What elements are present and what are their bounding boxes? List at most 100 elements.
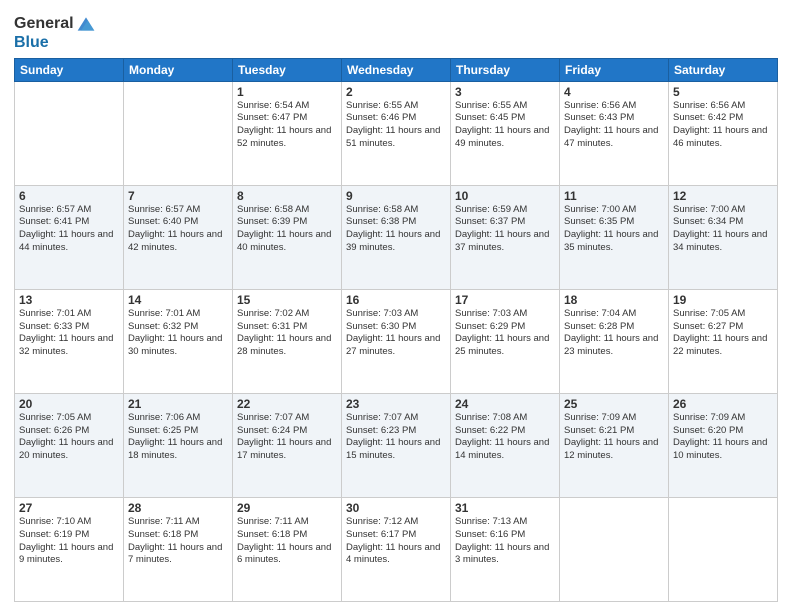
day-number: 26 [673, 397, 773, 411]
day-info: Sunrise: 6:56 AMSunset: 6:43 PMDaylight:… [564, 100, 664, 151]
day-number: 5 [673, 85, 773, 99]
day-number: 24 [455, 397, 555, 411]
weekday-header: Saturday [669, 58, 778, 81]
day-number: 27 [19, 501, 119, 515]
day-number: 4 [564, 85, 664, 99]
header: General Blue [14, 10, 778, 52]
logo-text-blue: Blue [14, 34, 96, 52]
calendar-cell: 7Sunrise: 6:57 AMSunset: 6:40 PMDaylight… [124, 185, 233, 289]
day-info: Sunrise: 7:11 AMSunset: 6:18 PMDaylight:… [128, 516, 228, 567]
calendar-cell: 16Sunrise: 7:03 AMSunset: 6:30 PMDayligh… [342, 289, 451, 393]
calendar-cell: 6Sunrise: 6:57 AMSunset: 6:41 PMDaylight… [15, 185, 124, 289]
calendar-cell: 10Sunrise: 6:59 AMSunset: 6:37 PMDayligh… [451, 185, 560, 289]
calendar-cell: 4Sunrise: 6:56 AMSunset: 6:43 PMDaylight… [560, 81, 669, 185]
calendar-cell: 31Sunrise: 7:13 AMSunset: 6:16 PMDayligh… [451, 497, 560, 601]
day-info: Sunrise: 6:58 AMSunset: 6:38 PMDaylight:… [346, 204, 446, 255]
weekday-header: Thursday [451, 58, 560, 81]
day-number: 19 [673, 293, 773, 307]
day-info: Sunrise: 7:05 AMSunset: 6:26 PMDaylight:… [19, 412, 119, 463]
calendar-cell: 13Sunrise: 7:01 AMSunset: 6:33 PMDayligh… [15, 289, 124, 393]
calendar-cell: 9Sunrise: 6:58 AMSunset: 6:38 PMDaylight… [342, 185, 451, 289]
calendar-cell: 25Sunrise: 7:09 AMSunset: 6:21 PMDayligh… [560, 393, 669, 497]
day-info: Sunrise: 6:58 AMSunset: 6:39 PMDaylight:… [237, 204, 337, 255]
calendar-cell: 11Sunrise: 7:00 AMSunset: 6:35 PMDayligh… [560, 185, 669, 289]
day-number: 9 [346, 189, 446, 203]
calendar-cell: 8Sunrise: 6:58 AMSunset: 6:39 PMDaylight… [233, 185, 342, 289]
weekday-header: Tuesday [233, 58, 342, 81]
day-number: 14 [128, 293, 228, 307]
day-info: Sunrise: 7:03 AMSunset: 6:29 PMDaylight:… [455, 308, 555, 359]
day-number: 6 [19, 189, 119, 203]
calendar-cell: 23Sunrise: 7:07 AMSunset: 6:23 PMDayligh… [342, 393, 451, 497]
day-number: 17 [455, 293, 555, 307]
weekday-header: Monday [124, 58, 233, 81]
calendar-cell: 27Sunrise: 7:10 AMSunset: 6:19 PMDayligh… [15, 497, 124, 601]
day-number: 30 [346, 501, 446, 515]
calendar-cell: 3Sunrise: 6:55 AMSunset: 6:45 PMDaylight… [451, 81, 560, 185]
day-info: Sunrise: 7:11 AMSunset: 6:18 PMDaylight:… [237, 516, 337, 567]
day-info: Sunrise: 7:09 AMSunset: 6:21 PMDaylight:… [564, 412, 664, 463]
calendar-cell: 24Sunrise: 7:08 AMSunset: 6:22 PMDayligh… [451, 393, 560, 497]
day-info: Sunrise: 7:07 AMSunset: 6:24 PMDaylight:… [237, 412, 337, 463]
day-number: 21 [128, 397, 228, 411]
day-info: Sunrise: 7:04 AMSunset: 6:28 PMDaylight:… [564, 308, 664, 359]
day-number: 16 [346, 293, 446, 307]
day-number: 20 [19, 397, 119, 411]
day-number: 28 [128, 501, 228, 515]
day-info: Sunrise: 7:01 AMSunset: 6:33 PMDaylight:… [19, 308, 119, 359]
day-number: 12 [673, 189, 773, 203]
day-info: Sunrise: 7:01 AMSunset: 6:32 PMDaylight:… [128, 308, 228, 359]
day-number: 2 [346, 85, 446, 99]
calendar-cell [124, 81, 233, 185]
weekday-header: Wednesday [342, 58, 451, 81]
day-number: 22 [237, 397, 337, 411]
day-number: 25 [564, 397, 664, 411]
day-info: Sunrise: 7:09 AMSunset: 6:20 PMDaylight:… [673, 412, 773, 463]
day-number: 11 [564, 189, 664, 203]
calendar-cell: 5Sunrise: 6:56 AMSunset: 6:42 PMDaylight… [669, 81, 778, 185]
day-number: 8 [237, 189, 337, 203]
calendar-cell: 20Sunrise: 7:05 AMSunset: 6:26 PMDayligh… [15, 393, 124, 497]
day-number: 23 [346, 397, 446, 411]
calendar-table: SundayMondayTuesdayWednesdayThursdayFrid… [14, 58, 778, 602]
day-info: Sunrise: 7:06 AMSunset: 6:25 PMDaylight:… [128, 412, 228, 463]
calendar-cell [669, 497, 778, 601]
calendar-cell: 17Sunrise: 7:03 AMSunset: 6:29 PMDayligh… [451, 289, 560, 393]
calendar-cell: 28Sunrise: 7:11 AMSunset: 6:18 PMDayligh… [124, 497, 233, 601]
calendar-cell [560, 497, 669, 601]
day-info: Sunrise: 6:59 AMSunset: 6:37 PMDaylight:… [455, 204, 555, 255]
day-info: Sunrise: 6:57 AMSunset: 6:40 PMDaylight:… [128, 204, 228, 255]
day-number: 1 [237, 85, 337, 99]
day-info: Sunrise: 7:00 AMSunset: 6:35 PMDaylight:… [564, 204, 664, 255]
day-info: Sunrise: 7:10 AMSunset: 6:19 PMDaylight:… [19, 516, 119, 567]
day-info: Sunrise: 6:57 AMSunset: 6:41 PMDaylight:… [19, 204, 119, 255]
day-info: Sunrise: 7:07 AMSunset: 6:23 PMDaylight:… [346, 412, 446, 463]
day-number: 15 [237, 293, 337, 307]
day-info: Sunrise: 7:05 AMSunset: 6:27 PMDaylight:… [673, 308, 773, 359]
day-info: Sunrise: 7:12 AMSunset: 6:17 PMDaylight:… [346, 516, 446, 567]
day-number: 10 [455, 189, 555, 203]
day-info: Sunrise: 7:03 AMSunset: 6:30 PMDaylight:… [346, 308, 446, 359]
calendar-cell: 22Sunrise: 7:07 AMSunset: 6:24 PMDayligh… [233, 393, 342, 497]
calendar-cell: 1Sunrise: 6:54 AMSunset: 6:47 PMDaylight… [233, 81, 342, 185]
day-info: Sunrise: 7:13 AMSunset: 6:16 PMDaylight:… [455, 516, 555, 567]
weekday-header: Friday [560, 58, 669, 81]
day-number: 18 [564, 293, 664, 307]
calendar-cell [15, 81, 124, 185]
day-number: 3 [455, 85, 555, 99]
calendar-cell: 15Sunrise: 7:02 AMSunset: 6:31 PMDayligh… [233, 289, 342, 393]
calendar-cell: 21Sunrise: 7:06 AMSunset: 6:25 PMDayligh… [124, 393, 233, 497]
day-number: 31 [455, 501, 555, 515]
day-info: Sunrise: 6:55 AMSunset: 6:46 PMDaylight:… [346, 100, 446, 151]
weekday-header: Sunday [15, 58, 124, 81]
day-number: 29 [237, 501, 337, 515]
day-info: Sunrise: 6:55 AMSunset: 6:45 PMDaylight:… [455, 100, 555, 151]
day-number: 13 [19, 293, 119, 307]
logo: General Blue [14, 14, 96, 52]
calendar-cell: 14Sunrise: 7:01 AMSunset: 6:32 PMDayligh… [124, 289, 233, 393]
calendar-cell: 30Sunrise: 7:12 AMSunset: 6:17 PMDayligh… [342, 497, 451, 601]
calendar-cell: 2Sunrise: 6:55 AMSunset: 6:46 PMDaylight… [342, 81, 451, 185]
day-info: Sunrise: 7:08 AMSunset: 6:22 PMDaylight:… [455, 412, 555, 463]
day-number: 7 [128, 189, 228, 203]
logo-icon [76, 14, 96, 34]
